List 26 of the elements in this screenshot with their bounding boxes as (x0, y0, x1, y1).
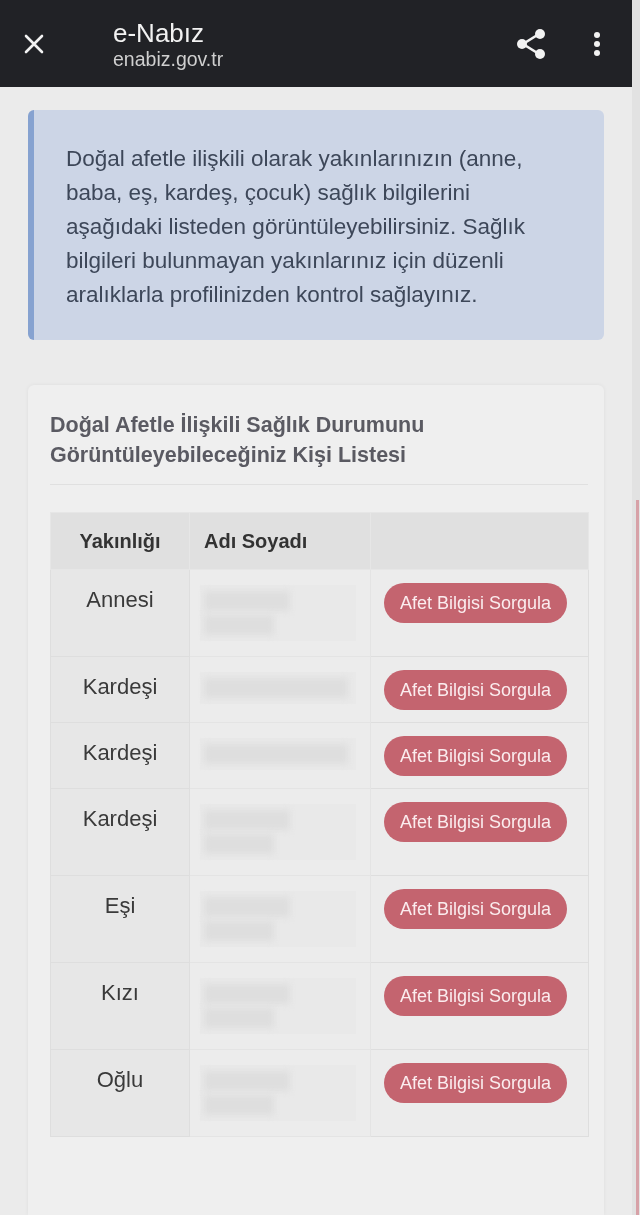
share-icon (516, 27, 546, 60)
column-header: Yakınlığı (50, 512, 190, 570)
relation-cell: Kardeşi (50, 722, 190, 789)
relation-cell: Kardeşi (50, 656, 190, 723)
query-button[interactable]: Afet Bilgisi Sorgula (384, 1063, 567, 1103)
query-button[interactable]: Afet Bilgisi Sorgula (384, 583, 567, 623)
query-button[interactable]: Afet Bilgisi Sorgula (384, 802, 567, 842)
query-button[interactable]: Afet Bilgisi Sorgula (384, 670, 567, 710)
relation-cell: Kardeşi (50, 788, 190, 876)
info-message: Doğal afetle ilişkili olarak yakınlarınızın (anne, baba, eş, kardeş, çocuk) sağlık bilgilerini aşağıdaki listeden görüntüleyebilirsiniz. Sağlık bilgileri bulunmayan yakınlarınız için düzenli aralıklarla profilinizden kontrol sağlayınız. (28, 110, 604, 340)
relation-cell: Oğlu (50, 1049, 190, 1137)
column-header: Adı Soyadı (189, 512, 371, 570)
relation-cell: Eşi (50, 875, 190, 963)
query-button[interactable]: Afet Bilgisi Sorgula (384, 976, 567, 1016)
page-title: e-Nabız (113, 17, 205, 48)
share-button[interactable] (516, 27, 546, 60)
more-button[interactable] (594, 31, 600, 56)
query-button[interactable]: Afet Bilgisi Sorgula (384, 736, 567, 776)
more-icon (594, 31, 600, 56)
relation-cell: Kızı (50, 962, 190, 1050)
page-url: enabiz.gov.tr (113, 47, 224, 70)
close-icon (24, 33, 44, 54)
query-button[interactable]: Afet Bilgisi Sorgula (384, 889, 567, 929)
relation-cell: Annesi (50, 569, 190, 657)
close-button[interactable] (24, 33, 44, 54)
card-title: Doğal Afetle İlişkili Sağlık Durumunu Görüntüleyebileceğiniz Kişi Listesi (50, 410, 588, 485)
